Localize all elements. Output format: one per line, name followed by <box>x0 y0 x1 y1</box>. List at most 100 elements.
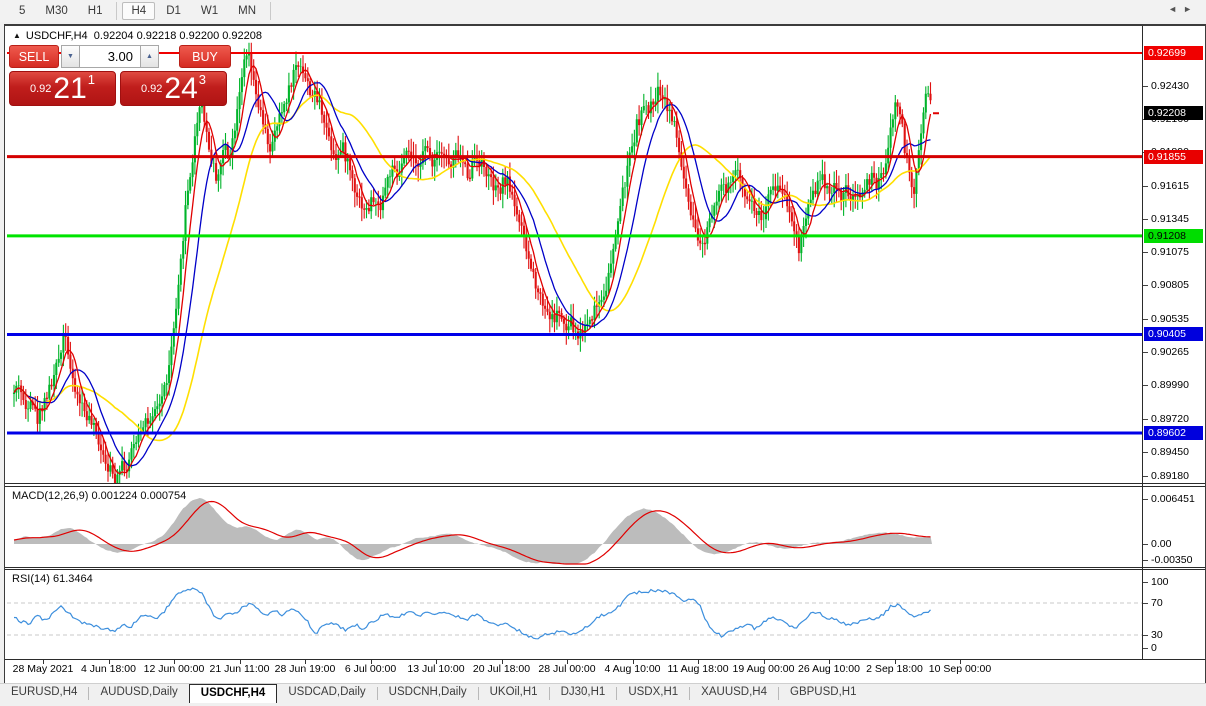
volume-increase-button[interactable]: ▲ <box>140 45 159 68</box>
timeframe-button-h4[interactable]: H4 <box>122 2 155 20</box>
panel-separator[interactable] <box>5 567 1205 568</box>
price-tick-label: 0.91615 <box>1151 180 1189 192</box>
price-tick-label: 0.89990 <box>1151 379 1189 391</box>
chart-tab-audusd[interactable]: AUDUSD,Daily <box>89 684 188 703</box>
macd-label: MACD(12,26,9) 0.001224 0.000754 <box>12 490 186 502</box>
price-tick-mark <box>1143 352 1148 353</box>
chart-tab-dj30[interactable]: DJ30,H1 <box>550 684 617 703</box>
chart-plot-area[interactable]: ▲USDCHF,H4 0.92204 0.92218 0.92200 0.922… <box>5 26 1205 683</box>
price-tick-mark <box>1143 186 1148 187</box>
price-tick-label: 0.91345 <box>1151 213 1189 225</box>
chevron-up-icon: ▲ <box>146 53 153 60</box>
candles-layer <box>14 43 931 483</box>
rsi-tick-mark <box>1143 582 1148 583</box>
one-click-trading-panel: SELL ▼ 3.00 ▲ BUY 0.92211 0.92243 <box>9 45 231 107</box>
date-label: 28 Jun 19:00 <box>275 663 336 675</box>
rsi-tick-mark <box>1143 603 1148 604</box>
timeframe-button-d1[interactable]: D1 <box>157 2 190 20</box>
timeframe-toolbar: 5M30H1 H4D1W1MN <box>0 0 1206 22</box>
rsi-tick-mark <box>1143 635 1148 636</box>
level-price-badge: 0.89602 <box>1144 426 1203 440</box>
ma-mid-line <box>14 83 931 466</box>
tabs-scroll-left-icon[interactable]: ◄ <box>1168 4 1183 14</box>
panel-separator[interactable] <box>5 486 1205 487</box>
bearish-candle-wicks <box>21 43 930 483</box>
buy-button[interactable]: BUY <box>179 45 231 68</box>
panel-separator[interactable] <box>5 483 1205 484</box>
buy-price-display[interactable]: 0.92243 <box>120 71 227 106</box>
chevron-down-icon: ▼ <box>67 53 74 60</box>
date-label: 26 Aug 10:00 <box>798 663 860 675</box>
ma-slow-line <box>14 95 931 440</box>
panel-separator[interactable] <box>5 569 1205 570</box>
price-tick-mark <box>1143 452 1148 453</box>
date-label: 20 Jul 18:00 <box>473 663 530 675</box>
price-tick-label: 0.89180 <box>1151 470 1189 482</box>
date-label: 19 Aug 00:00 <box>733 663 795 675</box>
date-label: 11 Aug 18:00 <box>667 663 728 675</box>
sell-price-display[interactable]: 0.92211 <box>9 71 116 106</box>
date-label: 21 Jun 11:00 <box>210 663 270 675</box>
chart-tab-eurusd[interactable]: EURUSD,H4 <box>0 684 88 703</box>
date-label: 28 Jul 00:00 <box>538 663 595 675</box>
volume-decrease-button[interactable]: ▼ <box>61 45 80 68</box>
price-tick-label: 0.92430 <box>1151 80 1189 92</box>
chart-tab-usdx[interactable]: USDX,H1 <box>617 684 689 703</box>
chart-window: ▲USDCHF,H4 0.92204 0.92218 0.92200 0.922… <box>4 24 1206 684</box>
chart-tab-bar: EURUSD,H4AUDUSD,DailyUSDCHF,H4USDCAD,Dai… <box>0 683 1206 703</box>
bullish-candle-bodies <box>14 52 928 483</box>
timeframe-button-m30[interactable]: M30 <box>36 2 76 20</box>
symbol-info-bar: ▲USDCHF,H4 0.92204 0.92218 0.92200 0.922… <box>13 30 262 42</box>
tabs-scroll-right-icon[interactable]: ► <box>1183 4 1198 14</box>
chart-tab-xauusd[interactable]: XAUUSD,H4 <box>690 684 778 703</box>
volume-input[interactable]: 3.00 <box>79 45 141 68</box>
price-axis-border <box>1142 26 1143 660</box>
level-price-badge: 0.92699 <box>1144 46 1203 60</box>
buy-price-pips: 24 <box>164 72 197 105</box>
rsi-tick-label: 0 <box>1151 642 1157 654</box>
price-tick-label: 0.89720 <box>1151 413 1189 425</box>
macd-tick-mark <box>1143 560 1148 561</box>
collapse-panel-icon[interactable]: ▲ <box>13 31 21 40</box>
price-tick-mark <box>1143 319 1148 320</box>
sell-price-point: 1 <box>88 72 95 87</box>
rsi-tick-label: 70 <box>1151 597 1163 609</box>
chart-tab-ukoil[interactable]: UKOil,H1 <box>479 684 549 703</box>
timeframe-button-h1[interactable]: H1 <box>79 2 112 20</box>
chart-tab-usdcnh[interactable]: USDCNH,Daily <box>378 684 478 703</box>
price-tick-mark <box>1143 476 1148 477</box>
rsi-tick-label: 30 <box>1151 629 1163 641</box>
level-price-badge: 0.91208 <box>1144 229 1203 243</box>
date-label: 28 May 2021 <box>13 663 74 675</box>
price-tick-label: 0.91075 <box>1151 246 1189 258</box>
price-tick-mark <box>1143 385 1148 386</box>
price-tick-mark <box>1143 252 1148 253</box>
timeframe-button-w1[interactable]: W1 <box>192 2 227 20</box>
date-label: 4 Aug 10:00 <box>604 663 660 675</box>
bullish-candle-wicks <box>14 43 928 483</box>
date-label: 2 Sep 18:00 <box>866 663 923 675</box>
timeframe-button-5[interactable]: 5 <box>10 2 34 20</box>
price-tick-mark <box>1143 285 1148 286</box>
chart-tab-usdcad[interactable]: USDCAD,Daily <box>277 684 376 703</box>
price-tick-label: 0.90535 <box>1151 313 1189 325</box>
current-price-badge: 0.92208 <box>1144 106 1203 120</box>
price-tick-mark <box>1143 86 1148 87</box>
macd-tick-label: -0.00350 <box>1151 554 1192 566</box>
ma-fast-line <box>14 66 931 474</box>
level-price-badge: 0.91855 <box>1144 150 1203 164</box>
level-price-badge: 0.90405 <box>1144 327 1203 341</box>
macd-signal-line <box>14 502 931 565</box>
ohlc-values: 0.92204 0.92218 0.92200 0.92208 <box>94 30 262 42</box>
rsi-indicator-canvas[interactable] <box>5 570 1142 658</box>
timeframe-button-mn[interactable]: MN <box>229 2 265 20</box>
sell-button[interactable]: SELL <box>9 45 59 68</box>
price-tick-label: 0.90265 <box>1151 346 1189 358</box>
rsi-line <box>14 588 931 639</box>
date-label: 10 Sep 00:00 <box>929 663 991 675</box>
buy-price-base: 0.92 <box>141 83 162 95</box>
buy-price-point: 3 <box>199 72 206 87</box>
chart-tab-gbpusd[interactable]: GBPUSD,H1 <box>779 684 867 703</box>
toolbar-separator <box>116 2 117 20</box>
chart-tab-usdchf[interactable]: USDCHF,H4 <box>189 684 278 703</box>
